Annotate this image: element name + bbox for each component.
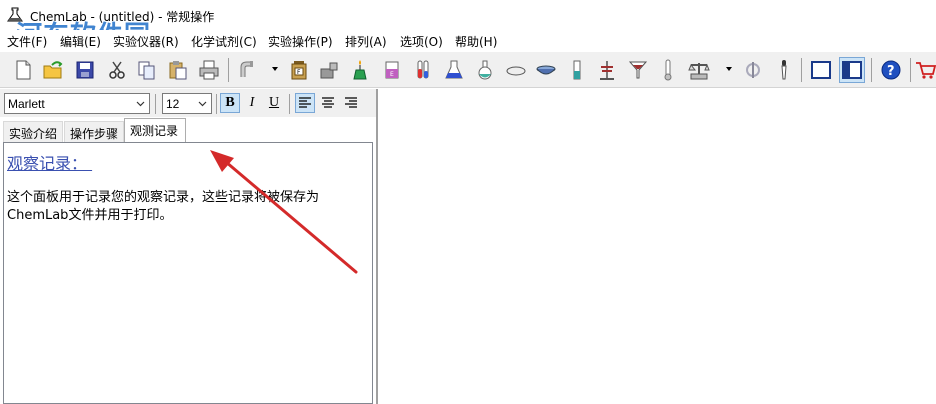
toolbar-separator — [289, 94, 290, 114]
observation-editor[interactable]: 观察记录： 这个面板用于记录您的观察记录，这些记录将被保存为ChemLab文件并… — [3, 142, 373, 404]
font-size-select[interactable]: 12 — [162, 93, 212, 114]
editor-body-text: 这个面板用于记录您的观察记录，这些记录将被保存为ChemLab文件并用于打印。 — [7, 190, 320, 223]
lab-workspace-canvas[interactable] — [378, 89, 936, 404]
menu-help[interactable]: 帮助(H) — [455, 33, 497, 50]
beaker-icon[interactable]: E — [379, 57, 405, 83]
align-left-icon — [299, 97, 311, 108]
panel-tabs: 实验介绍 操作步骤 观测记录 — [3, 118, 376, 142]
underline-button[interactable]: U — [264, 93, 284, 113]
stirrer-icon[interactable] — [740, 57, 766, 83]
tab-observation-record[interactable]: 观测记录 — [124, 118, 186, 142]
svg-text:F: F — [297, 69, 301, 76]
align-left-button[interactable] — [295, 93, 315, 113]
new-file-icon[interactable] — [10, 57, 36, 83]
menu-file[interactable]: 文件(F) — [7, 33, 47, 50]
copy-icon[interactable] — [134, 57, 160, 83]
print-icon[interactable] — [196, 57, 222, 83]
bold-button[interactable]: B — [220, 93, 240, 113]
align-right-button[interactable] — [341, 93, 361, 113]
toolbar-separator — [910, 58, 911, 82]
single-pane-view-icon[interactable] — [808, 57, 834, 83]
menu-options[interactable]: 选项(O) — [400, 33, 443, 50]
menu-bar: 文件(F) 编辑(E) 实验仪器(R) 化学试剂(C) 实验操作(P) 排列(A… — [0, 30, 936, 52]
menu-arrange[interactable]: 排列(A) — [345, 33, 387, 50]
dropper-icon[interactable] — [771, 57, 797, 83]
stand-icon[interactable] — [594, 57, 620, 83]
evaporating-dish-icon[interactable] — [533, 57, 559, 83]
save-icon[interactable] — [72, 57, 98, 83]
toolbar-separator — [216, 94, 217, 114]
chevron-down-icon[interactable] — [272, 67, 278, 71]
tab-procedure-steps[interactable]: 操作步骤 — [64, 121, 124, 142]
tab-experiment-intro[interactable]: 实验介绍 — [3, 121, 63, 142]
menu-reagents[interactable]: 化学试剂(C) — [191, 33, 257, 50]
split-pane-view-icon[interactable] — [839, 57, 865, 83]
toolbar-separator — [228, 58, 229, 82]
toolbar-separator — [871, 58, 872, 82]
open-folder-icon[interactable] — [40, 57, 66, 83]
editor-heading: 观察记录： — [7, 154, 93, 173]
watch-glass-icon[interactable] — [503, 57, 529, 83]
chevron-down-icon — [198, 101, 207, 107]
alcohol-lamp-icon[interactable] — [347, 57, 373, 83]
help-icon[interactable]: ? — [878, 57, 904, 83]
font-family-select[interactable]: Marlett — [4, 93, 150, 114]
round-flask-icon[interactable] — [472, 57, 498, 83]
svg-text:?: ? — [887, 64, 895, 79]
chevron-down-icon — [136, 101, 145, 107]
cart-icon[interactable] — [914, 57, 936, 83]
test-tube-icon[interactable] — [410, 57, 436, 83]
thermometer-icon[interactable] — [655, 57, 681, 83]
svg-text:E: E — [390, 71, 394, 78]
main-toolbar: F E ? — [0, 52, 936, 88]
menu-instruments[interactable]: 实验仪器(R) — [113, 33, 179, 50]
faucet-icon[interactable] — [234, 57, 260, 83]
align-right-icon — [345, 97, 357, 108]
paste-icon[interactable] — [165, 57, 191, 83]
funnel-icon[interactable] — [625, 57, 651, 83]
erlenmeyer-flask-icon[interactable] — [441, 57, 467, 83]
graduated-cylinder-icon[interactable] — [564, 57, 590, 83]
italic-button[interactable]: I — [242, 93, 262, 113]
title-bar: ChemLab - (untitled) - 常规操作 — [0, 0, 936, 30]
font-family-value: Marlett — [8, 97, 45, 111]
cut-icon[interactable] — [104, 57, 130, 83]
align-center-icon — [322, 97, 334, 108]
format-toolbar: Marlett 12 B I U — [0, 89, 376, 117]
menu-operations[interactable]: 实验操作(P) — [268, 33, 333, 50]
font-size-value: 12 — [166, 97, 180, 111]
toolbar-separator — [155, 94, 156, 114]
burner-icon[interactable] — [316, 57, 342, 83]
menu-edit[interactable]: 编辑(E) — [60, 33, 101, 50]
toolbar-separator — [801, 58, 802, 82]
reagent-bottle-icon[interactable]: F — [286, 57, 312, 83]
chevron-down-icon[interactable] — [726, 67, 732, 71]
flask-app-icon — [7, 7, 23, 22]
window-title: ChemLab - (untitled) - 常规操作 — [30, 10, 215, 24]
align-center-button[interactable] — [318, 93, 338, 113]
balance-icon[interactable] — [686, 57, 712, 83]
